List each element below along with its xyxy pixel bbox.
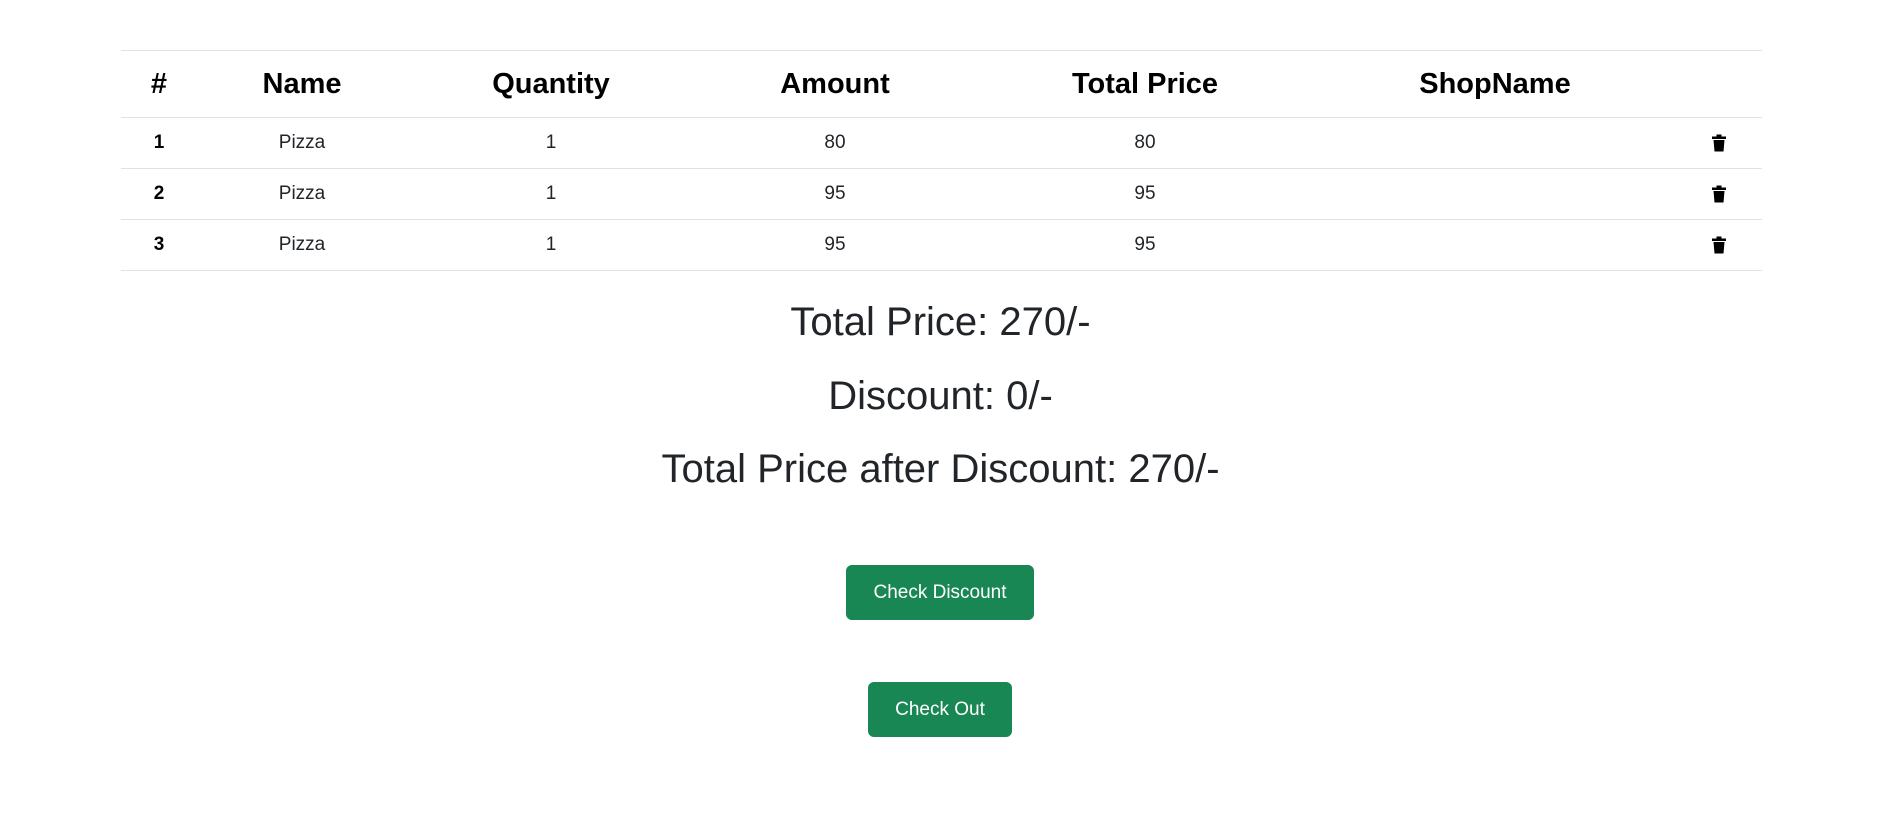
- table-row: 3 Pizza 1 95 95: [121, 219, 1762, 271]
- header-amount: Amount: [695, 50, 975, 118]
- table-header: # Name Quantity Amount Total Price ShopN…: [121, 50, 1762, 118]
- item-quantity: 1: [407, 219, 695, 271]
- check-out-button[interactable]: Check Out: [868, 682, 1012, 737]
- table-body: 1 Pizza 1 80 80 2 Pizza 1 95 95 3 Pizza …: [121, 117, 1762, 271]
- cart-table: # Name Quantity Amount Total Price ShopN…: [121, 50, 1762, 271]
- header-actions: [1675, 50, 1762, 118]
- check-discount-button[interactable]: Check Discount: [846, 565, 1034, 620]
- item-amount: 95: [695, 219, 975, 271]
- item-name: Pizza: [197, 219, 407, 271]
- trash-icon[interactable]: [1711, 236, 1727, 254]
- row-number: 3: [121, 219, 197, 271]
- item-shop-name: [1315, 219, 1675, 271]
- trash-icon[interactable]: [1711, 185, 1727, 203]
- item-name: Pizza: [197, 117, 407, 169]
- row-actions: [1675, 168, 1762, 220]
- table-row: 1 Pizza 1 80 80: [121, 117, 1762, 169]
- header-quantity: Quantity: [407, 50, 695, 118]
- discount-summary: Discount: 0/-: [828, 374, 1053, 418]
- item-amount: 80: [695, 117, 975, 169]
- item-quantity: 1: [407, 117, 695, 169]
- header-row: # Name Quantity Amount Total Price ShopN…: [121, 50, 1762, 118]
- item-amount: 95: [695, 168, 975, 220]
- item-total-price: 95: [975, 219, 1315, 271]
- total-price-summary: Total Price: 270/-: [790, 300, 1091, 344]
- row-number: 1: [121, 117, 197, 169]
- item-total-price: 80: [975, 117, 1315, 169]
- trash-icon[interactable]: [1711, 134, 1727, 152]
- row-number: 2: [121, 168, 197, 220]
- item-shop-name: [1315, 168, 1675, 220]
- item-shop-name: [1315, 117, 1675, 169]
- item-total-price: 95: [975, 168, 1315, 220]
- row-actions: [1675, 219, 1762, 271]
- total-after-discount-summary: Total Price after Discount: 270/-: [661, 447, 1220, 491]
- row-actions: [1675, 117, 1762, 169]
- table-row: 2 Pizza 1 95 95: [121, 168, 1762, 220]
- header-number: #: [121, 50, 197, 118]
- header-total-price: Total Price: [975, 50, 1315, 118]
- item-quantity: 1: [407, 168, 695, 220]
- header-shop-name: ShopName: [1315, 50, 1675, 118]
- item-name: Pizza: [197, 168, 407, 220]
- cart-table-container: # Name Quantity Amount Total Price ShopN…: [121, 50, 1762, 271]
- header-name: Name: [197, 50, 407, 118]
